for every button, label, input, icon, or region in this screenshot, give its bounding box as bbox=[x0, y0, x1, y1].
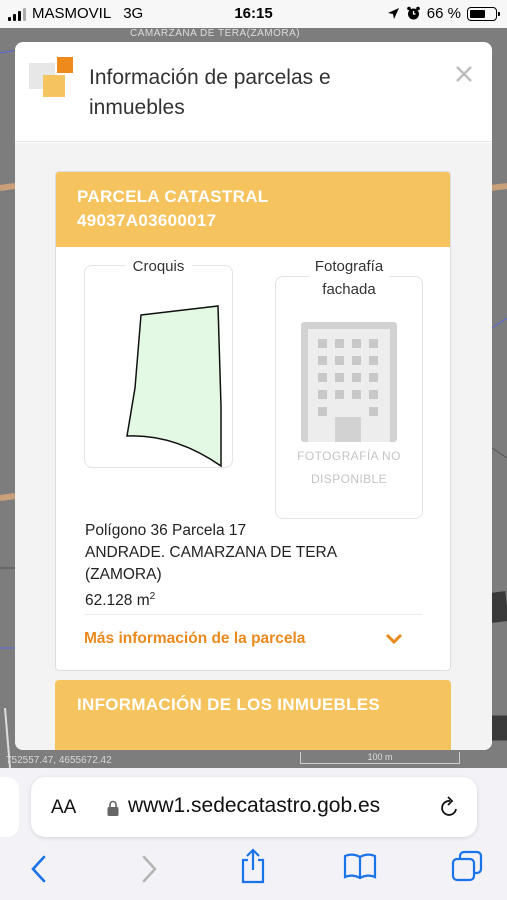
map-area-label: CAMARZANA DE TERA(ZAMORA) bbox=[130, 28, 301, 39]
parcel-title: PARCELA CATASTRAL bbox=[77, 187, 269, 206]
back-icon[interactable] bbox=[28, 854, 50, 884]
parcel-area-value: 62.128 m bbox=[85, 592, 150, 610]
photo-unavailable-line2: DISPONIBLE bbox=[310, 472, 388, 486]
parcel-card: PARCELA CATASTRAL 49037A03600017 Croquis… bbox=[55, 171, 451, 671]
map-scale-bar: 100 m bbox=[300, 752, 460, 764]
modal-body[interactable]: PARCELA CATASTRAL 49037A03600017 Croquis… bbox=[15, 143, 492, 750]
photo-unavailable-text: FOTOGRAFÍA NO DISPONIBLE bbox=[276, 445, 422, 491]
reload-icon[interactable] bbox=[439, 795, 461, 819]
address-bar[interactable]: AA www1.sedecatastro.gob.es bbox=[31, 777, 477, 837]
divider bbox=[84, 614, 422, 615]
croquis-panel[interactable]: Croquis bbox=[84, 258, 233, 468]
facade-photo-panel: Fotografía fachada FOTOGRAFÍA NO DISPONI… bbox=[275, 255, 423, 519]
previous-tab-preview[interactable] bbox=[0, 777, 19, 837]
close-icon bbox=[456, 66, 472, 82]
inmuebles-header: INFORMACIÓN DE LOS INMUEBLES bbox=[77, 695, 381, 714]
inmuebles-card[interactable]: INFORMACIÓN DE LOS INMUEBLES bbox=[55, 680, 451, 750]
parcel-sketch bbox=[126, 305, 222, 468]
parcel-card-header: PARCELA CATASTRAL 49037A03600017 bbox=[56, 172, 450, 247]
building-icon bbox=[301, 322, 397, 442]
location-arrow-icon bbox=[387, 8, 399, 19]
parcel-address: ANDRADE. CAMARZANA DE TERA bbox=[85, 544, 338, 561]
more-info-label: Más información de la parcela bbox=[84, 630, 306, 647]
parcel-info-modal: Información de parcelas e inmuebles PARC… bbox=[15, 42, 492, 750]
alarm-icon bbox=[406, 6, 420, 20]
tabs-icon[interactable] bbox=[450, 850, 484, 882]
parcel-reference: 49037A03600017 bbox=[77, 211, 217, 230]
parcel-province: (ZAMORA) bbox=[85, 566, 162, 583]
more-info-toggle[interactable]: Más información de la parcela bbox=[84, 627, 404, 651]
modal-header: Información de parcelas e inmuebles bbox=[15, 42, 492, 142]
battery-icon bbox=[467, 6, 500, 21]
status-right: 66 % bbox=[387, 5, 500, 22]
browser-bar: AA www1.sedecatastro.gob.es bbox=[0, 768, 507, 900]
parcel-polygon: Polígono 36 Parcela 17 bbox=[85, 522, 247, 539]
parcel-area-exponent: 2 bbox=[149, 591, 156, 602]
lock-icon bbox=[107, 800, 119, 816]
parcel-area: 62.128 m2 bbox=[85, 586, 425, 612]
close-button[interactable] bbox=[452, 64, 476, 88]
catastro-logo-icon bbox=[29, 57, 73, 97]
facade-photo-label-1: Fotografía bbox=[308, 255, 390, 278]
status-bar: MASMOVIL 3G 16:15 66 % bbox=[0, 0, 507, 28]
forward-icon[interactable] bbox=[138, 854, 160, 884]
modal-title: Información de parcelas e inmuebles bbox=[89, 66, 331, 119]
browser-toolbar bbox=[0, 848, 507, 892]
url-text[interactable]: www1.sedecatastro.gob.es bbox=[128, 794, 380, 818]
facade-photo-label-2: fachada bbox=[316, 278, 382, 301]
battery-percent: 66 % bbox=[426, 5, 461, 22]
chevron-down-icon bbox=[385, 633, 403, 645]
reader-settings-button[interactable]: AA bbox=[51, 797, 76, 819]
photo-unavailable-line1: FOTOGRAFÍA NO bbox=[297, 449, 401, 463]
bookmarks-icon[interactable] bbox=[343, 852, 377, 880]
share-icon[interactable] bbox=[239, 848, 267, 884]
croquis-label: Croquis bbox=[124, 258, 193, 275]
map-coordinates: 752557.47, 4655672.42 bbox=[6, 755, 112, 766]
parcel-location-info: Polígono 36 Parcela 17 ANDRADE. CAMARZAN… bbox=[85, 520, 425, 612]
